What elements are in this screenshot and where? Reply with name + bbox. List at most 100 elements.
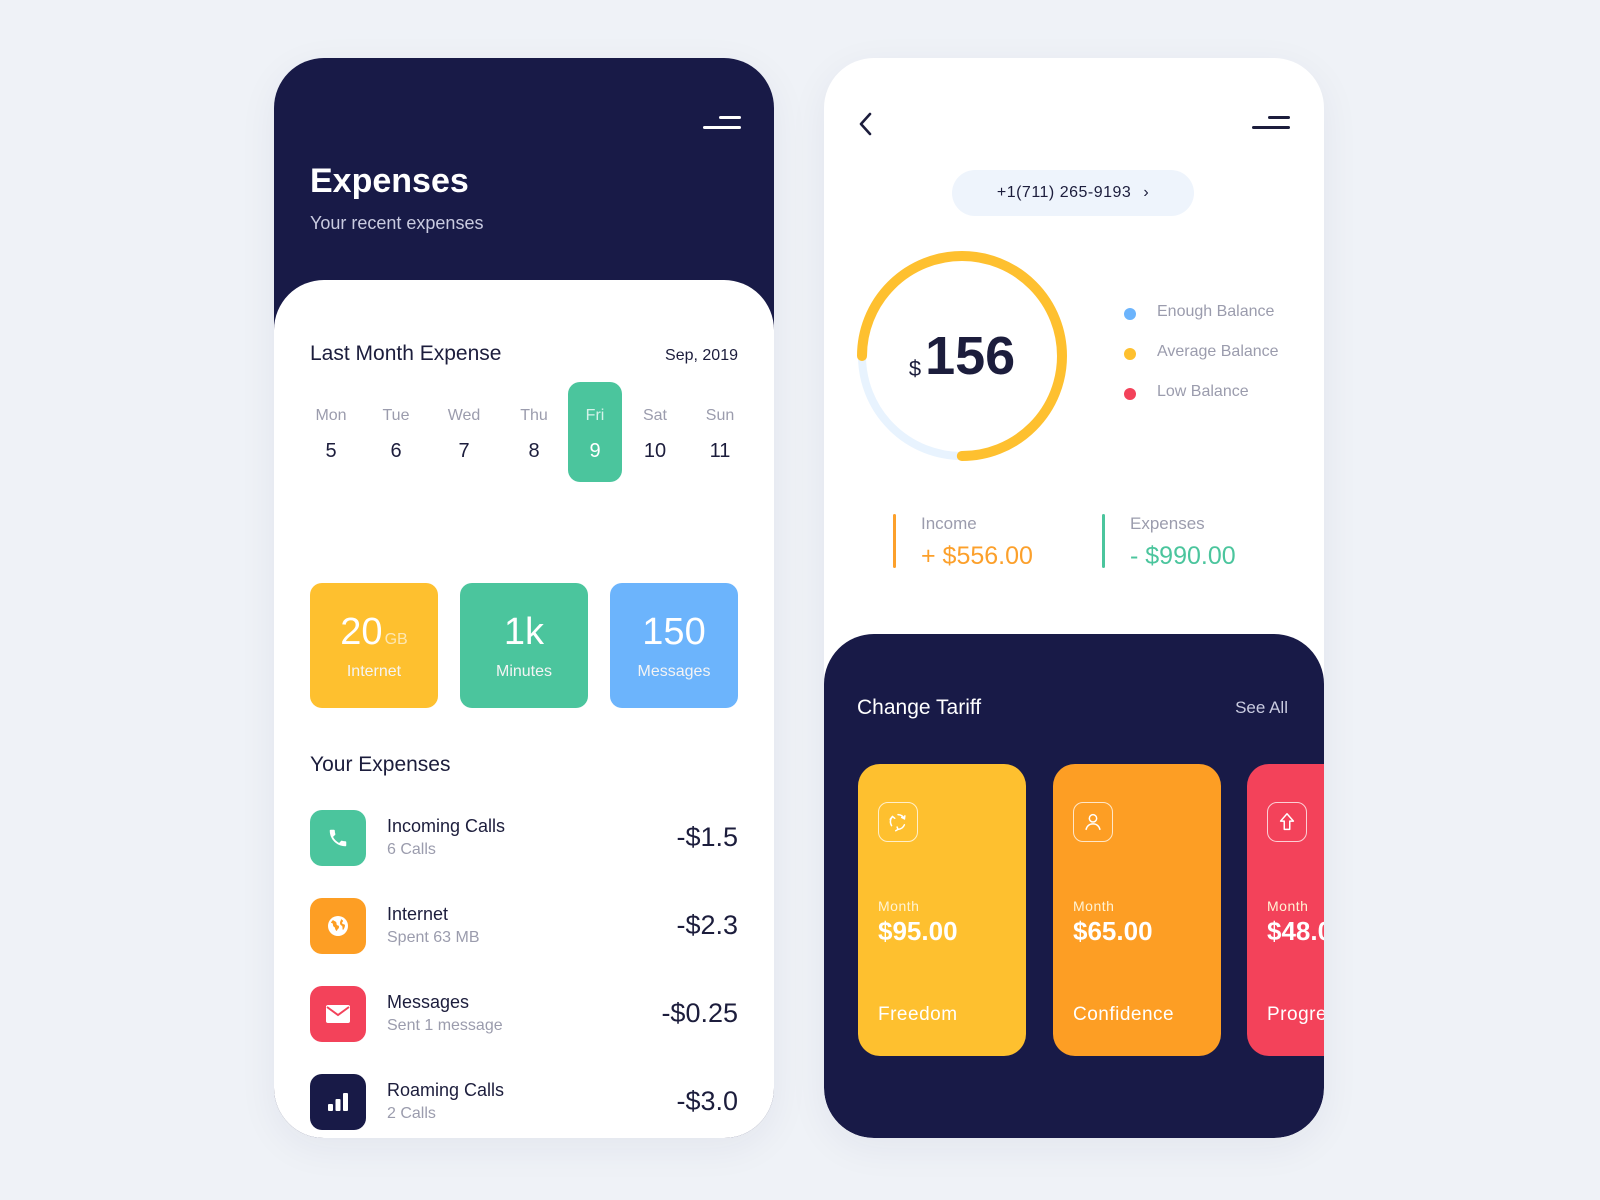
day-date: 7 — [458, 440, 470, 462]
expense-detail: Spent 63 MB — [387, 929, 480, 946]
expense-detail: 6 Calls — [387, 841, 436, 858]
tile-label: Internet — [346, 663, 402, 680]
day-date: 11 — [709, 440, 731, 462]
legend-label: Low Balance — [1157, 383, 1249, 400]
legend-item-average: Average Balance — [1124, 342, 1324, 366]
legend-dot — [1124, 388, 1136, 400]
day-name: Tue — [382, 407, 410, 424]
chevron-right-icon: › — [1143, 184, 1150, 201]
month-label[interactable]: Sep, 2019 — [665, 347, 738, 365]
tile-value: 1k — [503, 611, 545, 653]
back-chevron-icon[interactable] — [854, 110, 878, 138]
tile-value: 150 — [642, 611, 706, 653]
day-date: 9 — [589, 440, 601, 462]
your-expenses-title: Your Expenses — [310, 753, 451, 776]
expense-name: Messages — [387, 992, 470, 1012]
expense-item-incoming-calls[interactable]: Incoming Calls 6 Calls -$1.5 — [310, 810, 738, 866]
see-all-link[interactable]: See All — [1235, 698, 1288, 718]
day-date: 10 — [643, 440, 667, 462]
expense-name: Internet — [387, 904, 449, 924]
page-title: Expenses — [310, 162, 469, 200]
expense-amount: -$0.25 — [661, 998, 738, 1028]
expenses-label: Expenses — [1130, 514, 1205, 533]
tile-internet[interactable]: 20 GB Internet — [310, 583, 438, 708]
day-name: Thu — [520, 407, 548, 424]
day-date: 5 — [325, 440, 337, 462]
expense-name: Incoming Calls — [387, 816, 506, 836]
balance-currency: $ — [908, 356, 922, 381]
page-subtitle: Your recent expenses — [310, 213, 484, 233]
arrow-up-icon — [1267, 802, 1307, 842]
day-tue[interactable]: Tue 6 — [369, 382, 423, 482]
day-sat[interactable]: Sat 10 — [628, 382, 682, 482]
expense-amount: -$1.5 — [676, 822, 738, 852]
expenses-bar — [1102, 514, 1105, 568]
legend-label: Average Balance — [1157, 343, 1279, 360]
day-name: Fri — [585, 407, 605, 424]
tariff-plans: Month $95.00 Freedom Month $65.00 Confid… — [858, 764, 1324, 1058]
day-name: Wed — [447, 407, 481, 424]
phone-icon — [310, 810, 366, 866]
plan-period: Month — [1073, 898, 1115, 914]
balance-gauge: $ 156 — [854, 248, 1070, 464]
tile-messages[interactable]: 150 Messages — [610, 583, 738, 708]
expense-detail: Sent 1 message — [387, 1017, 503, 1034]
plan-price: $48.00 — [1267, 916, 1324, 946]
tile-label: Minutes — [495, 663, 553, 680]
expenses-card: Last Month Expense Sep, 2019 Mon 5 Tue 6 W… — [274, 280, 774, 1138]
refresh-icon — [878, 802, 918, 842]
balance-value: 156 — [925, 326, 1016, 386]
day-wed[interactable]: Wed 7 — [437, 382, 491, 482]
expense-item-roaming-calls[interactable]: Roaming Calls 2 Calls -$3.0 — [310, 1074, 738, 1130]
plan-name: Freedom — [878, 1004, 958, 1025]
expense-name: Roaming Calls — [387, 1080, 505, 1100]
tile-value: 20 — [340, 611, 383, 653]
tariff-card-confidence[interactable]: Month $65.00 Confidence — [1053, 764, 1221, 1056]
day-date: 8 — [528, 440, 540, 462]
balance-screen: +1(711) 265-9193 › $ 156 Enough Balance … — [824, 58, 1324, 1138]
day-name: Mon — [315, 407, 347, 424]
tile-unit: GB — [384, 631, 408, 648]
income-label: Income — [921, 514, 977, 533]
tile-label: Messages — [637, 663, 711, 680]
menu-icon[interactable] — [701, 114, 741, 134]
income-value: + $556.00 — [921, 542, 1033, 570]
change-tariff-title: Change Tariff — [857, 696, 982, 719]
user-icon — [1073, 802, 1113, 842]
plan-period: Month — [1267, 898, 1309, 914]
expenses-value: - $990.00 — [1130, 542, 1236, 570]
phone-number-button[interactable]: +1(711) 265-9193 › — [952, 170, 1194, 216]
day-mon[interactable]: Mon 5 — [304, 382, 358, 482]
expense-item-messages[interactable]: Messages Sent 1 message -$0.25 — [310, 986, 738, 1042]
tariff-card-freedom[interactable]: Month $95.00 Freedom — [858, 764, 1026, 1056]
day-thu[interactable]: Thu 8 — [507, 382, 561, 482]
day-date: 6 — [390, 440, 402, 462]
plan-period: Month — [878, 898, 920, 914]
phone-number: +1(711) 265-9193 — [996, 184, 1132, 201]
day-sun[interactable]: Sun 11 — [693, 382, 747, 482]
usage-tiles: 20 GB Internet 1k Minutes 150 Messages — [310, 583, 738, 708]
menu-icon[interactable] — [1250, 114, 1290, 134]
globe-icon — [310, 898, 366, 954]
day-fri-selected[interactable]: Fri 9 — [568, 382, 622, 482]
expense-item-internet[interactable]: Internet Spent 63 MB -$2.3 — [310, 898, 738, 954]
income-bar — [893, 514, 896, 568]
expenses-screen: Expenses Your recent expenses Last Month… — [274, 58, 774, 1138]
legend-item-enough: Enough Balance — [1124, 302, 1324, 326]
plan-name: Progress — [1267, 1004, 1324, 1025]
legend-label: Enough Balance — [1157, 303, 1275, 320]
day-name: Sun — [705, 407, 735, 424]
last-month-title: Last Month Expense — [310, 342, 502, 365]
tile-minutes[interactable]: 1k Minutes — [460, 583, 588, 708]
envelope-icon — [310, 986, 366, 1042]
plan-name: Confidence — [1073, 1004, 1175, 1025]
day-selector: Mon 5 Tue 6 Wed 7 Thu 8 Fri 9 Sat 10 Sun 11 — [304, 382, 744, 482]
tariff-card-progress[interactable]: Month $48.00 Progress — [1247, 764, 1324, 1056]
legend-dot — [1124, 308, 1136, 320]
expense-amount: -$2.3 — [676, 910, 738, 940]
plan-price: $95.00 — [878, 916, 958, 946]
expense-amount: -$3.0 — [676, 1086, 738, 1116]
change-tariff-section: Change Tariff See All Month $95.00 Freed… — [824, 634, 1324, 1138]
expense-detail: 2 Calls — [387, 1105, 436, 1122]
day-name: Sat — [642, 407, 667, 424]
